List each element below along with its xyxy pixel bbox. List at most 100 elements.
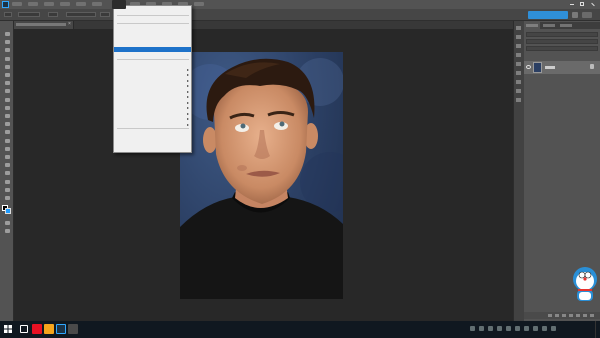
tab-paths[interactable] bbox=[558, 22, 574, 29]
menu-item-10[interactable] bbox=[178, 2, 188, 6]
menu-item-11[interactable] bbox=[194, 2, 204, 6]
dropdown-item[interactable]: ▸ bbox=[114, 67, 191, 72]
paragraph-panel-icon[interactable] bbox=[515, 88, 522, 94]
link-icon[interactable] bbox=[548, 314, 552, 317]
edit-toolbar-tool-icon[interactable] bbox=[3, 195, 11, 201]
volume-icon[interactable] bbox=[488, 326, 493, 331]
menu-item-9[interactable] bbox=[162, 2, 172, 6]
folder-icon[interactable] bbox=[576, 314, 580, 317]
start-button[interactable] bbox=[4, 325, 12, 333]
menu-item-1[interactable] bbox=[28, 2, 38, 6]
input-method-icon[interactable] bbox=[506, 326, 511, 331]
dropdown-item[interactable] bbox=[114, 31, 191, 36]
brush-tool-icon[interactable] bbox=[3, 88, 11, 94]
menu-item-5[interactable] bbox=[92, 2, 102, 6]
dropdown-item[interactable]: ▸ bbox=[114, 94, 191, 99]
battery-icon[interactable] bbox=[497, 326, 502, 331]
document-image[interactable] bbox=[180, 52, 343, 299]
type-tool-icon[interactable] bbox=[3, 154, 11, 160]
adjustments-panel-icon[interactable] bbox=[515, 43, 522, 49]
dropdown-item[interactable] bbox=[114, 36, 191, 41]
lock-row[interactable] bbox=[526, 46, 598, 51]
quick-mask-icon[interactable] bbox=[3, 220, 11, 226]
dropdown-item[interactable]: ▸ bbox=[114, 72, 191, 77]
swatches-panel-icon[interactable] bbox=[515, 34, 522, 40]
dropdown-item[interactable]: ▸ bbox=[114, 116, 191, 121]
language-icon[interactable] bbox=[551, 326, 556, 331]
menu-item-2[interactable] bbox=[44, 2, 54, 6]
layer-filter-row[interactable] bbox=[526, 32, 598, 37]
cloud-icon[interactable] bbox=[479, 326, 484, 331]
menu-item-8[interactable] bbox=[146, 2, 156, 6]
new-layer-icon[interactable] bbox=[583, 314, 587, 317]
creative-cloud-button[interactable] bbox=[528, 11, 568, 19]
terminal-icon[interactable] bbox=[68, 324, 78, 334]
photoshop-taskbar-icon[interactable] bbox=[56, 324, 66, 334]
pen-tool-icon[interactable] bbox=[3, 146, 11, 152]
healing-tool-icon[interactable] bbox=[3, 80, 11, 86]
wifi-icon[interactable] bbox=[533, 326, 538, 331]
close-button[interactable] bbox=[589, 1, 597, 8]
menu-item-6[interactable] bbox=[112, 0, 126, 9]
option-toggle[interactable] bbox=[100, 12, 110, 17]
eraser-tool-icon[interactable] bbox=[3, 113, 11, 119]
clock[interactable] bbox=[563, 323, 593, 335]
task-view-icon[interactable] bbox=[20, 325, 28, 333]
eyedropper-tool-icon[interactable] bbox=[3, 72, 11, 78]
tool-preset-picker[interactable] bbox=[4, 12, 12, 17]
color-panel-icon[interactable] bbox=[515, 61, 522, 67]
dropdown-item[interactable] bbox=[114, 25, 191, 30]
document-tab[interactable]: × bbox=[14, 21, 74, 29]
styles-panel-icon[interactable] bbox=[515, 70, 522, 76]
menu-item-0[interactable] bbox=[12, 2, 22, 6]
dodge-tool-icon[interactable] bbox=[3, 138, 11, 144]
dropdown-item[interactable]: ▸ bbox=[114, 111, 191, 116]
dropdown-item[interactable]: ▸ bbox=[114, 122, 191, 127]
hand-tool-icon[interactable] bbox=[3, 179, 11, 185]
lasso-tool-icon[interactable] bbox=[3, 47, 11, 53]
eye-icon[interactable] bbox=[526, 65, 531, 69]
dropdown-item[interactable] bbox=[114, 47, 191, 52]
network-icon[interactable] bbox=[470, 326, 475, 331]
tab-channels[interactable] bbox=[541, 22, 557, 29]
trash-icon[interactable] bbox=[590, 314, 594, 317]
option-dropdown[interactable] bbox=[18, 12, 40, 17]
dropdown-item[interactable]: ▸ bbox=[114, 89, 191, 94]
move-tool-icon[interactable] bbox=[3, 31, 11, 37]
3d-panel-icon[interactable] bbox=[515, 97, 522, 103]
option-checkbox[interactable] bbox=[48, 12, 58, 17]
chevron-up-icon[interactable] bbox=[515, 326, 520, 331]
clone-stamp-tool-icon[interactable] bbox=[3, 97, 11, 103]
background-color-swatch[interactable] bbox=[5, 208, 11, 214]
notification-icon[interactable] bbox=[524, 326, 529, 331]
blur-tool-icon[interactable] bbox=[3, 129, 11, 135]
dropdown-item[interactable] bbox=[114, 61, 191, 66]
menu-item-7[interactable] bbox=[130, 2, 140, 6]
search-icon[interactable] bbox=[572, 12, 578, 18]
minimize-button[interactable] bbox=[568, 1, 576, 8]
browser-icon[interactable] bbox=[32, 324, 42, 334]
menu-item-4[interactable] bbox=[76, 2, 86, 6]
tab-layers[interactable] bbox=[524, 22, 540, 29]
properties-panel-icon[interactable] bbox=[515, 52, 522, 58]
dropdown-item[interactable] bbox=[114, 17, 191, 22]
dropdown-item[interactable]: ▸ bbox=[114, 83, 191, 88]
dropdown-item[interactable]: ▸ bbox=[114, 100, 191, 105]
show-desktop-button[interactable] bbox=[595, 321, 600, 338]
maximize-button[interactable] bbox=[578, 1, 586, 8]
dropdown-item[interactable]: ▸ bbox=[114, 78, 191, 83]
history-brush-tool-icon[interactable] bbox=[3, 105, 11, 111]
history-panel-icon[interactable] bbox=[515, 25, 522, 31]
workspace-switcher[interactable] bbox=[582, 12, 592, 18]
crop-tool-icon[interactable] bbox=[3, 64, 11, 70]
dropdown-item[interactable]: ▸ bbox=[114, 105, 191, 110]
fx-icon[interactable] bbox=[555, 314, 559, 317]
screen-mode-icon[interactable] bbox=[3, 228, 11, 234]
close-icon[interactable]: × bbox=[68, 22, 73, 27]
gradient-tool-icon[interactable] bbox=[3, 121, 11, 127]
zoom-tool-icon[interactable] bbox=[3, 187, 11, 193]
mask-icon[interactable] bbox=[562, 314, 566, 317]
path-select-tool-icon[interactable] bbox=[3, 162, 11, 168]
dropdown-item[interactable] bbox=[114, 130, 191, 135]
menu-item-3[interactable] bbox=[60, 2, 70, 6]
